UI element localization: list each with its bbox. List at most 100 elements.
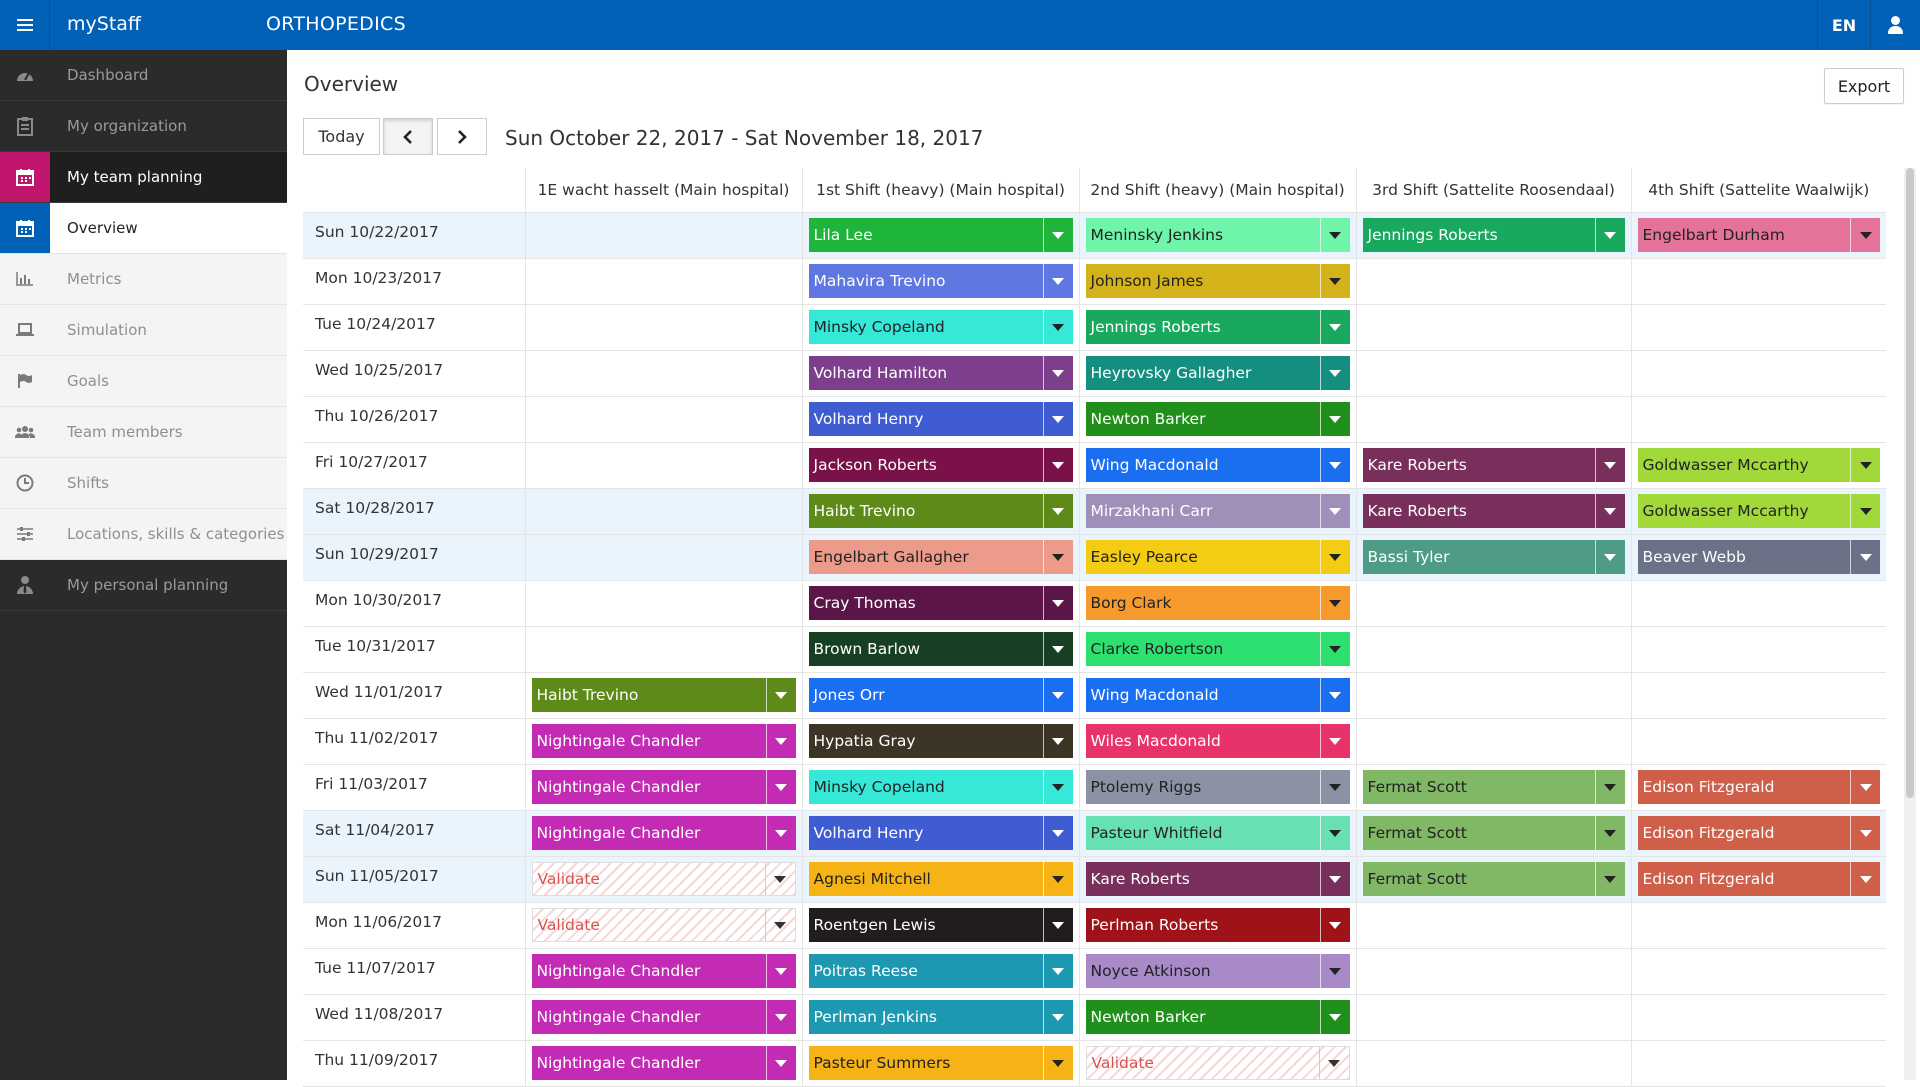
staff-assignment[interactable]: Nightingale Chandler bbox=[531, 816, 796, 850]
dropdown-toggle[interactable] bbox=[1319, 908, 1350, 942]
shift-cell[interactable]: Volhard Hamilton bbox=[801, 350, 1079, 397]
staff-assignment[interactable]: Engelbart Gallagher bbox=[808, 540, 1073, 574]
staff-assignment[interactable]: Borg Clark bbox=[1085, 586, 1350, 620]
staff-assignment[interactable]: Noyce Atkinson bbox=[1085, 954, 1350, 988]
dropdown-toggle[interactable] bbox=[1594, 448, 1625, 482]
staff-assignment[interactable]: Minsky Copeland bbox=[808, 310, 1073, 344]
staff-assignment[interactable]: Ptolemy Riggs bbox=[1085, 770, 1350, 804]
today-button[interactable]: Today bbox=[303, 118, 380, 155]
staff-assignment[interactable]: Engelbart Durham bbox=[1637, 218, 1880, 252]
language-button[interactable]: EN bbox=[1817, 0, 1870, 50]
shift-cell[interactable] bbox=[1630, 626, 1886, 673]
staff-assignment[interactable]: Mirzakhani Carr bbox=[1085, 494, 1350, 528]
dropdown-toggle[interactable] bbox=[1850, 540, 1880, 574]
staff-assignment[interactable]: Kare Roberts bbox=[1362, 494, 1625, 528]
shift-cell[interactable] bbox=[1355, 672, 1631, 719]
dropdown-toggle[interactable] bbox=[1319, 632, 1350, 666]
dropdown-toggle[interactable] bbox=[1042, 402, 1073, 436]
shift-cell[interactable] bbox=[524, 488, 802, 535]
sidebar-item-simulation[interactable]: Simulation bbox=[0, 305, 287, 356]
shift-cell[interactable]: Edison Fitzgerald bbox=[1630, 856, 1886, 903]
shift-cell[interactable]: Poitras Reese bbox=[801, 948, 1079, 995]
dropdown-toggle[interactable] bbox=[1042, 586, 1073, 620]
shift-cell[interactable]: Haibt Trevino bbox=[801, 488, 1079, 535]
dropdown-toggle[interactable] bbox=[1042, 540, 1073, 574]
staff-assignment[interactable]: Agnesi Mitchell bbox=[808, 862, 1073, 896]
dropdown-toggle[interactable] bbox=[1319, 402, 1350, 436]
staff-assignment[interactable]: Kare Roberts bbox=[1085, 862, 1350, 896]
shift-cell[interactable]: Heyrovsky Gallagher bbox=[1078, 350, 1356, 397]
staff-assignment[interactable]: Hypatia Gray bbox=[808, 724, 1073, 758]
shift-cell[interactable] bbox=[1630, 304, 1886, 351]
shift-cell[interactable] bbox=[1630, 258, 1886, 305]
staff-assignment[interactable]: Newton Barker bbox=[1085, 1000, 1350, 1034]
staff-assignment[interactable]: Fermat Scott bbox=[1362, 816, 1625, 850]
dropdown-toggle[interactable] bbox=[1318, 1047, 1349, 1079]
shift-cell[interactable]: Roentgen Lewis bbox=[801, 902, 1079, 949]
shift-cell[interactable]: Volhard Henry bbox=[801, 810, 1079, 857]
staff-assignment[interactable]: Nightingale Chandler bbox=[531, 1046, 796, 1080]
staff-assignment[interactable]: Easley Pearce bbox=[1085, 540, 1350, 574]
sidebar-item-team-members[interactable]: Team members bbox=[0, 407, 287, 458]
dropdown-toggle[interactable] bbox=[765, 1000, 796, 1034]
shift-cell[interactable] bbox=[1355, 350, 1631, 397]
dropdown-toggle[interactable] bbox=[764, 909, 795, 941]
shift-cell[interactable] bbox=[1630, 902, 1886, 949]
staff-assignment[interactable]: Edison Fitzgerald bbox=[1637, 770, 1880, 804]
shift-cell[interactable]: Fermat Scott bbox=[1355, 810, 1631, 857]
shift-cell[interactable]: Noyce Atkinson bbox=[1078, 948, 1356, 995]
shift-cell[interactable] bbox=[524, 258, 802, 305]
shift-cell[interactable]: Fermat Scott bbox=[1355, 856, 1631, 903]
shift-cell[interactable]: Nightingale Chandler bbox=[524, 1040, 802, 1087]
shift-cell[interactable]: Jackson Roberts bbox=[801, 442, 1079, 489]
shift-cell[interactable] bbox=[1355, 258, 1631, 305]
shift-cell[interactable] bbox=[1630, 994, 1886, 1041]
staff-assignment[interactable]: Meninsky Jenkins bbox=[1085, 218, 1350, 252]
dropdown-toggle[interactable] bbox=[1319, 356, 1350, 390]
validate-assignment[interactable]: Validate bbox=[531, 908, 796, 942]
dropdown-toggle[interactable] bbox=[1042, 770, 1073, 804]
staff-assignment[interactable]: Poitras Reese bbox=[808, 954, 1073, 988]
shift-cell[interactable] bbox=[524, 212, 802, 259]
staff-assignment[interactable]: Jones Orr bbox=[808, 678, 1073, 712]
shift-cell[interactable]: Wing Macdonald bbox=[1078, 672, 1356, 719]
shift-cell[interactable]: Engelbart Gallagher bbox=[801, 534, 1079, 581]
dropdown-toggle[interactable] bbox=[1850, 862, 1880, 896]
staff-assignment[interactable]: Goldwasser Mccarthy bbox=[1637, 494, 1880, 528]
shift-cell[interactable]: Nightingale Chandler bbox=[524, 948, 802, 995]
staff-assignment[interactable]: Goldwasser Mccarthy bbox=[1637, 448, 1880, 482]
sidebar-item-my-team-planning[interactable]: My team planning bbox=[0, 152, 287, 203]
shift-cell[interactable]: Clarke Robertson bbox=[1078, 626, 1356, 673]
staff-assignment[interactable]: Volhard Henry bbox=[808, 816, 1073, 850]
dropdown-toggle[interactable] bbox=[1319, 310, 1350, 344]
shift-cell[interactable] bbox=[1630, 350, 1886, 397]
next-button[interactable] bbox=[437, 118, 487, 155]
dropdown-toggle[interactable] bbox=[1319, 678, 1350, 712]
staff-assignment[interactable]: Clarke Robertson bbox=[1085, 632, 1350, 666]
shift-cell[interactable] bbox=[1355, 902, 1631, 949]
shift-cell[interactable]: Goldwasser Mccarthy bbox=[1630, 442, 1886, 489]
dropdown-toggle[interactable] bbox=[1319, 218, 1350, 252]
dropdown-toggle[interactable] bbox=[1042, 724, 1073, 758]
staff-assignment[interactable]: Brown Barlow bbox=[808, 632, 1073, 666]
sidebar-item-goals[interactable]: Goals bbox=[0, 356, 287, 407]
shift-cell[interactable]: Nightingale Chandler bbox=[524, 810, 802, 857]
export-button[interactable]: Export bbox=[1824, 68, 1904, 104]
shift-cell[interactable]: Mahavira Trevino bbox=[801, 258, 1079, 305]
shift-cell[interactable]: Haibt Trevino bbox=[524, 672, 802, 719]
scrollbar[interactable] bbox=[1904, 168, 1916, 1080]
sidebar-item-dashboard[interactable]: Dashboard bbox=[0, 50, 287, 101]
sidebar-item-metrics[interactable]: Metrics bbox=[0, 254, 287, 305]
shift-cell[interactable]: Validate bbox=[524, 856, 802, 903]
dropdown-toggle[interactable] bbox=[1042, 632, 1073, 666]
dropdown-toggle[interactable] bbox=[1319, 586, 1350, 620]
staff-assignment[interactable]: Perlman Roberts bbox=[1085, 908, 1350, 942]
dropdown-toggle[interactable] bbox=[1594, 218, 1625, 252]
staff-assignment[interactable]: Wing Macdonald bbox=[1085, 678, 1350, 712]
staff-assignment[interactable]: Volhard Henry bbox=[808, 402, 1073, 436]
shift-cell[interactable]: Kare Roberts bbox=[1078, 856, 1356, 903]
shift-cell[interactable]: Wiles Macdonald bbox=[1078, 718, 1356, 765]
shift-cell[interactable]: Newton Barker bbox=[1078, 396, 1356, 443]
shift-cell[interactable]: Brown Barlow bbox=[801, 626, 1079, 673]
shift-cell[interactable]: Easley Pearce bbox=[1078, 534, 1356, 581]
